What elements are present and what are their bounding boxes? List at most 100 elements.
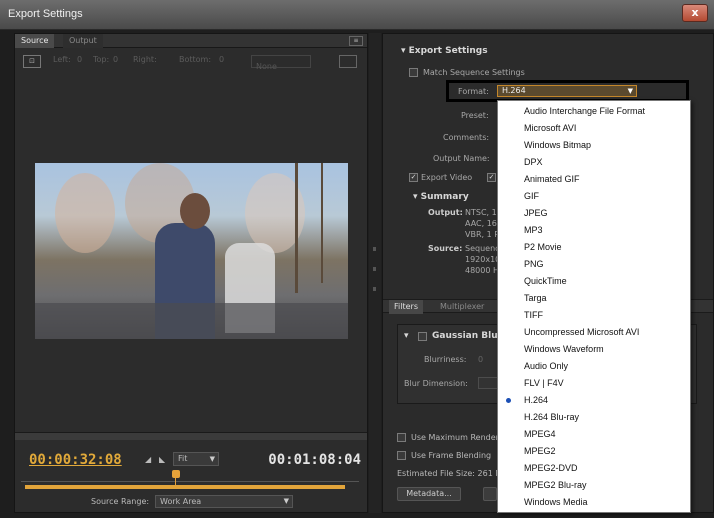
format-option[interactable]: Microsoft AVI <box>498 120 690 137</box>
format-option[interactable]: MPEG2 Blu-ray <box>498 477 690 494</box>
duration-timecode: 00:01:08:04 <box>268 452 361 468</box>
summary-source-line: 1920x10 <box>465 255 501 264</box>
blurriness-label: Blurriness: <box>424 355 467 364</box>
summary-source-label: Source: <box>428 244 463 253</box>
gaussian-blur-title: Gaussian Blur <box>432 331 503 341</box>
format-option-label: TIFF <box>524 310 543 320</box>
crop-left-label: Left: <box>53 55 71 64</box>
gaussian-blur-checkbox[interactable] <box>418 332 427 341</box>
match-sequence-checkbox[interactable] <box>409 68 418 77</box>
export-settings-header[interactable]: ▾ Export Settings <box>401 46 488 56</box>
blur-dimension-dropdown[interactable] <box>478 377 498 389</box>
format-option[interactable]: Audio Interchange File Format <box>498 103 690 120</box>
close-button[interactable]: x <box>682 4 708 22</box>
format-option-label: PNG <box>524 259 544 269</box>
chevron-down-icon: ▼ <box>627 87 633 95</box>
queue-button[interactable] <box>483 487 497 501</box>
format-option[interactable]: DPX <box>498 154 690 171</box>
format-option-label: MPEG2-DVD <box>524 463 578 473</box>
summary-header[interactable]: ▾ Summary <box>413 192 469 202</box>
set-out-point-icon[interactable]: ◣ <box>159 455 165 464</box>
view-toggle-icon[interactable] <box>339 55 357 68</box>
format-option-label: H.264 Blu-ray <box>524 412 580 422</box>
zoom-fit-dropdown[interactable]: Fit ▼ <box>173 452 219 466</box>
format-option[interactable]: MPEG4 <box>498 426 690 443</box>
format-option-label: MPEG4 <box>524 429 556 439</box>
splitter-grip <box>373 287 376 291</box>
crop-icon[interactable]: ⊡ <box>23 55 41 68</box>
export-settings-header-label: Export Settings <box>408 46 488 56</box>
tab-multiplexer[interactable]: Multiplexer <box>435 300 489 314</box>
panel-splitter[interactable] <box>369 33 381 513</box>
format-option[interactable]: H.264 <box>498 392 690 409</box>
format-option[interactable]: P2 Movie <box>498 239 690 256</box>
chevron-down-icon: ▼ <box>283 497 289 505</box>
format-option[interactable]: PNG <box>498 256 690 273</box>
selected-radio-icon <box>506 398 511 403</box>
format-option-label: Uncompressed Microsoft AVI <box>524 327 640 337</box>
format-option-label: H.264 <box>524 395 549 405</box>
format-option[interactable]: FLV | F4V <box>498 375 690 392</box>
crop-left-value[interactable]: 0 <box>77 55 82 64</box>
crop-bottom-value[interactable]: 0 <box>219 55 224 64</box>
format-option[interactable]: Audio Only <box>498 358 690 375</box>
source-range-label: Source Range: <box>91 497 150 506</box>
source-range-value: Work Area <box>160 497 202 506</box>
tab-output[interactable]: Output <box>63 34 103 48</box>
format-option[interactable]: Animated GIF <box>498 171 690 188</box>
window-title: Export Settings <box>8 8 83 20</box>
summary-output-line: AAC, 16 <box>465 219 497 228</box>
export-video-checkbox[interactable]: ✓ <box>409 173 418 182</box>
summary-output-line: NTSC, 1 <box>465 208 497 217</box>
zoom-fit-value: Fit <box>178 454 188 463</box>
frame-blending-label: Use Frame Blending <box>411 451 492 460</box>
format-option[interactable]: Windows Bitmap <box>498 137 690 154</box>
format-option[interactable]: MPEG2 <box>498 443 690 460</box>
format-select-value: H.264 <box>502 86 526 95</box>
export-audio-checkbox[interactable]: ✓ <box>487 173 496 182</box>
source-range-dropdown[interactable]: Work Area ▼ <box>155 495 293 508</box>
format-option-label: Windows Media <box>524 497 588 507</box>
blurriness-value[interactable]: 0 <box>478 355 483 364</box>
current-timecode[interactable]: 00:00:32:08 <box>29 452 122 468</box>
tab-filters[interactable]: Filters <box>389 300 423 314</box>
tab-source[interactable]: Source <box>15 34 55 48</box>
title-bar: Export Settings x <box>0 0 714 30</box>
format-option-label: JPEG <box>524 208 548 218</box>
format-option[interactable]: Uncompressed Microsoft AVI <box>498 324 690 341</box>
metadata-button[interactable]: Metadata... <box>397 487 461 501</box>
format-option[interactable]: JPEG <box>498 205 690 222</box>
format-option[interactable]: MP3 <box>498 222 690 239</box>
format-option[interactable]: Windows Waveform <box>498 341 690 358</box>
format-option-label: Animated GIF <box>524 174 580 184</box>
panel-menu-icon[interactable]: ≡ <box>349 36 363 46</box>
timeline-ruler <box>21 481 359 482</box>
format-option[interactable]: MPEG2-DVD <box>498 460 690 477</box>
playhead-handle[interactable] <box>172 470 180 486</box>
crop-ratio-dropdown[interactable]: None <box>251 55 311 71</box>
format-option[interactable]: Windows Media <box>498 494 690 511</box>
format-option-label: QuickTime <box>524 276 567 286</box>
max-render-checkbox[interactable] <box>397 433 406 442</box>
output-name-label: Output Name: <box>433 154 490 163</box>
format-option[interactable]: TIFF <box>498 307 690 324</box>
preview-scrollbar[interactable] <box>15 432 367 440</box>
format-option-label: MPEG2 Blu-ray <box>524 480 587 490</box>
format-option-label: MPEG2 <box>524 446 556 456</box>
crop-right-label: Right: <box>133 55 157 64</box>
format-option[interactable]: Targa <box>498 290 690 307</box>
format-option-label: FLV | F4V <box>524 378 564 388</box>
format-option[interactable]: H.264 Blu-ray <box>498 409 690 426</box>
set-in-point-icon[interactable]: ◢ <box>145 455 151 464</box>
format-option[interactable]: GIF <box>498 188 690 205</box>
gaussian-blur-toggle[interactable]: ▾ <box>404 331 409 341</box>
format-select[interactable]: H.264 ▼ <box>497 85 637 97</box>
format-option-label: Targa <box>524 293 547 303</box>
work-area-bar[interactable] <box>25 485 345 489</box>
format-option[interactable]: QuickTime <box>498 273 690 290</box>
format-option-label: Windows Waveform <box>524 344 604 354</box>
estimated-file-size: Estimated File Size: 261 N <box>397 469 502 478</box>
preset-label: Preset: <box>461 111 489 120</box>
crop-top-value[interactable]: 0 <box>113 55 118 64</box>
frame-blending-checkbox[interactable] <box>397 451 406 460</box>
